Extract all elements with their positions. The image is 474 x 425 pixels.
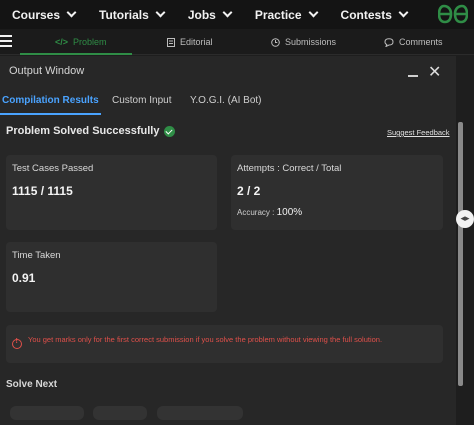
- code-icon: </>: [55, 37, 69, 47]
- warning-text: You get marks only for the first correct…: [28, 335, 383, 344]
- marks-warning: You get marks only for the first correct…: [6, 325, 443, 363]
- resize-handle-icon[interactable]: ◂▸: [456, 210, 474, 228]
- attempts-value: 2 / 2: [237, 184, 261, 198]
- chevron-down-icon: [155, 7, 166, 18]
- alert-circle-icon: [12, 338, 22, 349]
- tab-submissions[interactable]: Submissions: [271, 29, 336, 55]
- check-circle-icon: [164, 125, 176, 137]
- tab-yogi-ai-bot[interactable]: Y.O.G.I. (AI Bot): [190, 95, 262, 106]
- tab-editorial[interactable]: Editorial: [167, 29, 213, 55]
- accuracy: Accuracy : 100%: [237, 207, 303, 218]
- solve-next-heading: Solve Next: [6, 379, 58, 390]
- active-subtab-indicator: [0, 113, 101, 115]
- output-subtabs: Compilation Results Custom Input Y.O.G.I…: [0, 89, 456, 115]
- time-taken-value: 0.91: [12, 271, 36, 285]
- chevron-down-icon: [66, 7, 77, 18]
- nav-tutorials[interactable]: Tutorials: [99, 7, 166, 22]
- chevron-down-icon: [222, 7, 233, 18]
- menu-icon[interactable]: [0, 35, 12, 50]
- active-tab-indicator: [20, 53, 132, 55]
- gfg-logo-icon[interactable]: [438, 3, 468, 25]
- test-cases-label: Test Cases Passed: [12, 163, 94, 174]
- attempts-label: Attempts : Correct / Total: [237, 163, 342, 174]
- nav-jobs[interactable]: Jobs: [188, 7, 233, 22]
- status-message: Problem Solved Successfully: [6, 125, 176, 137]
- tab-problem[interactable]: </> Problem: [55, 29, 107, 55]
- test-cases-value: 1115 / 1115: [12, 184, 73, 198]
- nav-contests[interactable]: Contests: [341, 7, 409, 22]
- top-nav: Courses Tutorials Jobs Practice Contests: [0, 0, 474, 29]
- tab-comments[interactable]: Comments: [384, 29, 443, 55]
- chat-icon: [384, 37, 394, 47]
- panel-title: Output Window: [9, 65, 85, 77]
- time-taken-card: Time Taken 0.91: [6, 242, 217, 312]
- close-icon[interactable]: ✕: [428, 65, 441, 81]
- test-cases-card: Test Cases Passed 1115 / 1115: [6, 155, 217, 230]
- chevron-down-icon: [398, 7, 409, 18]
- scrollbar-thumb[interactable]: [458, 122, 463, 386]
- suggest-feedback-link[interactable]: Suggest Feedback: [387, 128, 450, 137]
- next-problem-chip[interactable]: [93, 406, 147, 420]
- nav-courses[interactable]: Courses: [12, 7, 77, 22]
- chevron-down-icon: [308, 7, 318, 18]
- clock-icon: [271, 37, 280, 47]
- time-taken-label: Time Taken: [12, 250, 61, 261]
- next-problem-chip[interactable]: [10, 406, 84, 420]
- tab-compilation-results[interactable]: Compilation Results: [2, 95, 99, 106]
- attempts-card: Attempts : Correct / Total 2 / 2 Accurac…: [231, 155, 443, 230]
- problem-tabs: </> Problem Editorial Submissions Commen…: [0, 29, 474, 55]
- tab-custom-input[interactable]: Custom Input: [112, 95, 171, 106]
- output-window: Output Window ✕ Compilation Results Cust…: [0, 56, 456, 425]
- output-window-header: Output Window: [0, 56, 456, 86]
- minimize-icon[interactable]: [408, 75, 418, 77]
- nav-practice[interactable]: Practice: [255, 7, 318, 22]
- document-icon: [167, 37, 175, 47]
- next-problem-chip[interactable]: [157, 406, 243, 420]
